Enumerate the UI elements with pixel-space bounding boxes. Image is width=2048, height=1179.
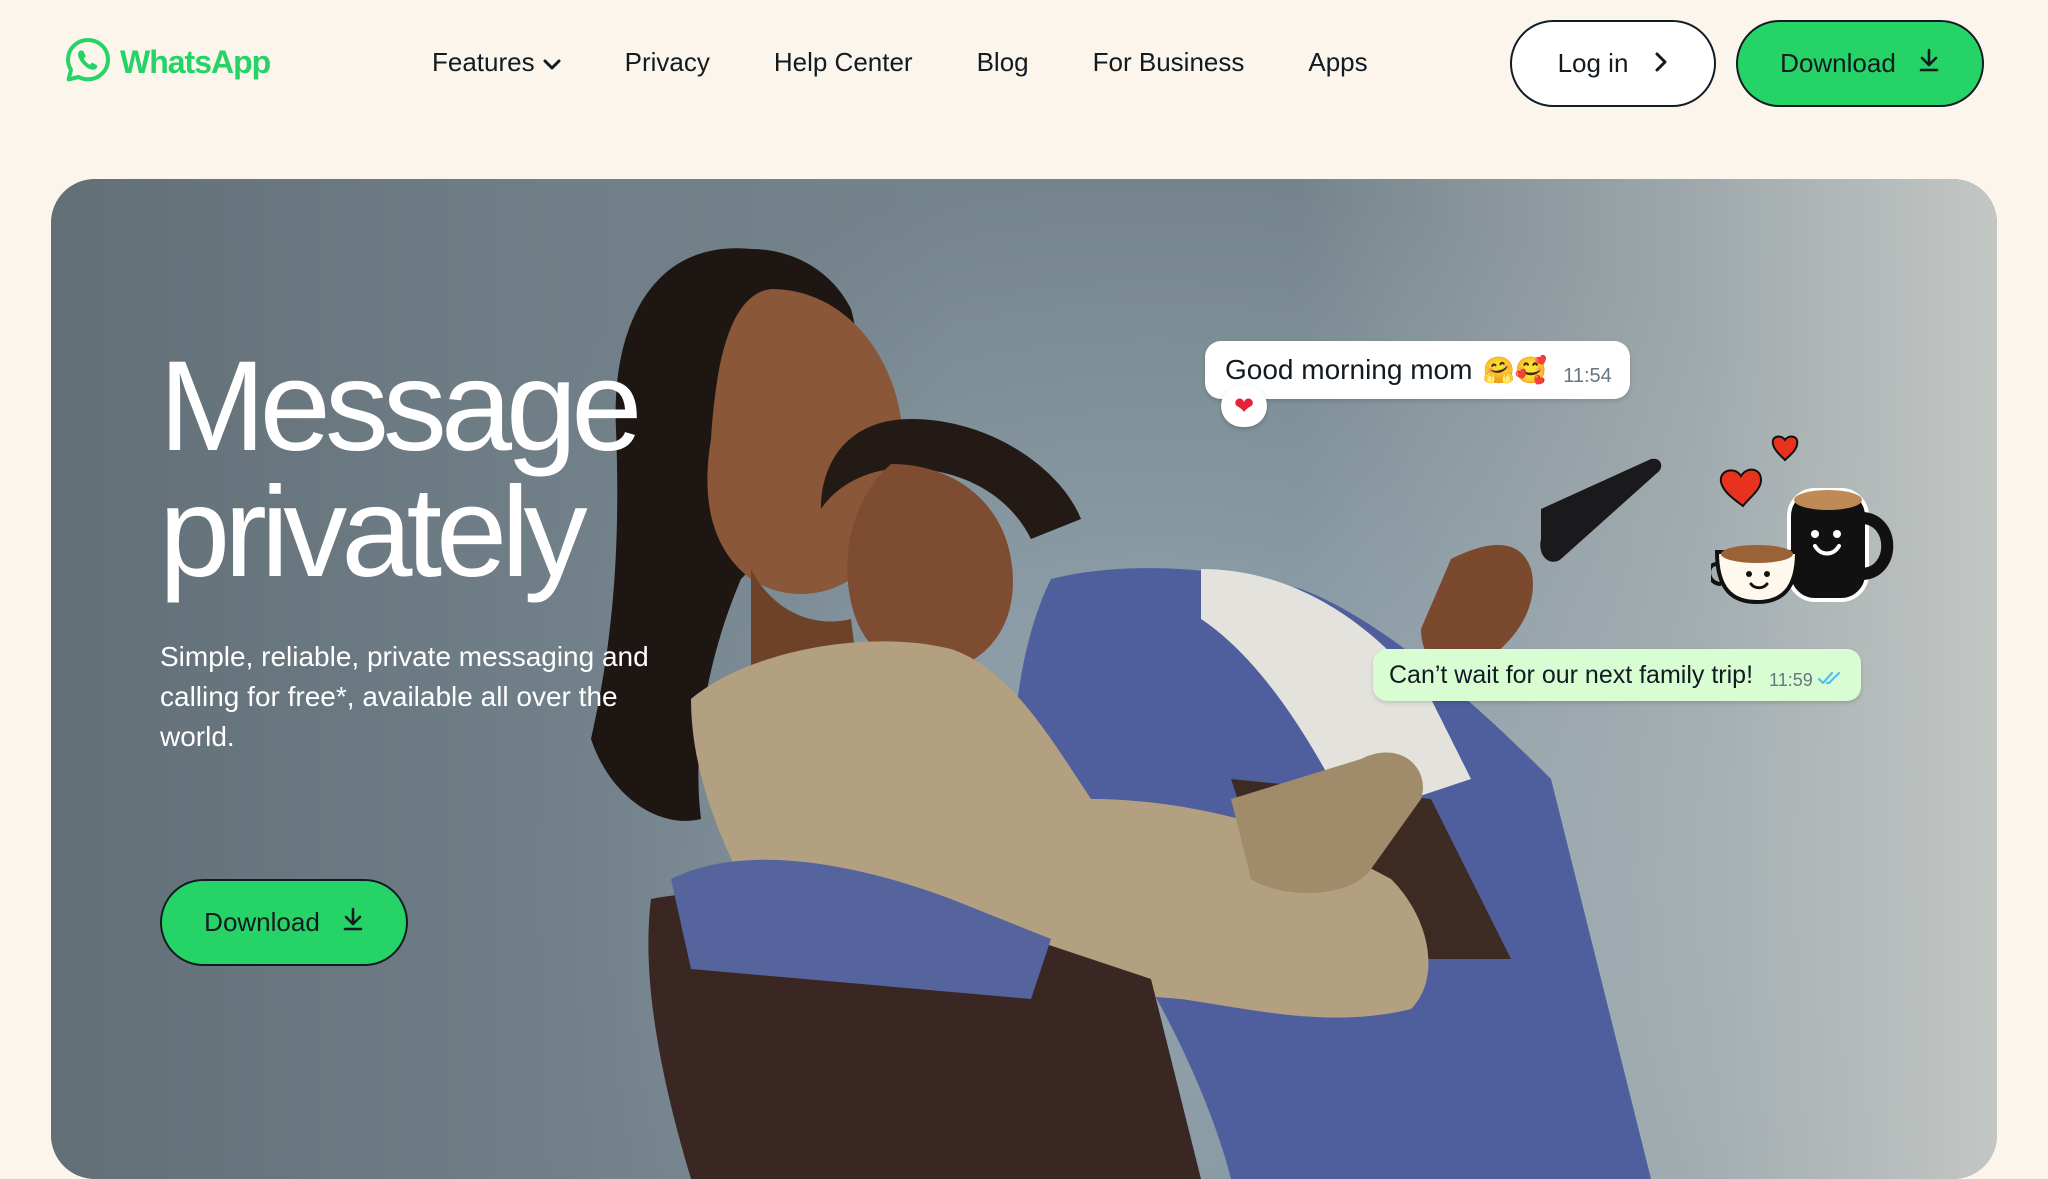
hero-title-line-2: privately — [159, 461, 588, 604]
nav-features-label: Features — [432, 46, 535, 77]
double-check-icon — [1817, 670, 1843, 691]
brand-name: WhatsApp — [120, 43, 271, 80]
chevron-right-icon — [1654, 48, 1668, 79]
nav-blog[interactable]: Blog — [977, 47, 1029, 78]
whatsapp-logo[interactable]: WhatsApp — [64, 34, 271, 90]
nav-help-center-label: Help Center — [773, 46, 913, 77]
outgoing-message-text: Can’t wait for our next family trip! — [1389, 660, 1754, 689]
nav-for-business[interactable]: For Business — [1093, 47, 1245, 78]
outgoing-message-time: 11:59 — [1769, 669, 1813, 690]
main-nav: Features Privacy Help Center Blog For Bu… — [432, 44, 1368, 80]
hero-download-button[interactable]: Download — [160, 879, 408, 966]
header-download-button[interactable]: Download — [1736, 20, 1984, 107]
nav-help-center[interactable]: Help Center — [774, 47, 913, 78]
nav-privacy[interactable]: Privacy — [625, 47, 710, 78]
incoming-message-bubble: Good morning mom 🤗🥰 11:54 — [1205, 341, 1630, 399]
hero-section: Message privately Simple, reliable, priv… — [51, 179, 1997, 1179]
nav-apps[interactable]: Apps — [1308, 47, 1367, 78]
whatsapp-logo-icon — [64, 36, 112, 89]
incoming-message-text: Good morning mom — [1225, 354, 1473, 385]
login-button[interactable]: Log in — [1510, 20, 1716, 107]
heart-reaction-icon: ❤ — [1221, 385, 1267, 427]
outgoing-message-meta: 11:59 — [1769, 670, 1843, 691]
nav-features[interactable]: Features — [432, 47, 561, 78]
nav-apps-label: Apps — [1308, 46, 1368, 77]
coffee-mugs-sticker-icon — [1711, 435, 1894, 605]
nav-privacy-label: Privacy — [624, 46, 710, 77]
hero-subtitle: Simple, reliable, private messaging and … — [160, 641, 649, 752]
hero-title: Message privately — [159, 335, 642, 604]
nav-blog-label: Blog — [976, 46, 1029, 77]
outgoing-message-bubble: Can’t wait for our next family trip! 11:… — [1373, 649, 1861, 701]
incoming-message-time: 11:54 — [1563, 364, 1612, 387]
chevron-down-icon — [543, 47, 561, 78]
login-label: Log in — [1557, 48, 1629, 78]
nav-for-business-label: For Business — [1092, 46, 1245, 77]
download-arrow-icon — [1918, 48, 1940, 79]
incoming-message-emoji: 🤗🥰 — [1482, 354, 1548, 385]
hero-title-line-1: Message — [159, 335, 642, 478]
header-download-label: Download — [1780, 48, 1896, 78]
download-arrow-icon — [342, 907, 364, 938]
site-header: WhatsApp Features Privacy Help Center Bl… — [0, 0, 2048, 130]
hero-download-label: Download — [204, 907, 320, 937]
